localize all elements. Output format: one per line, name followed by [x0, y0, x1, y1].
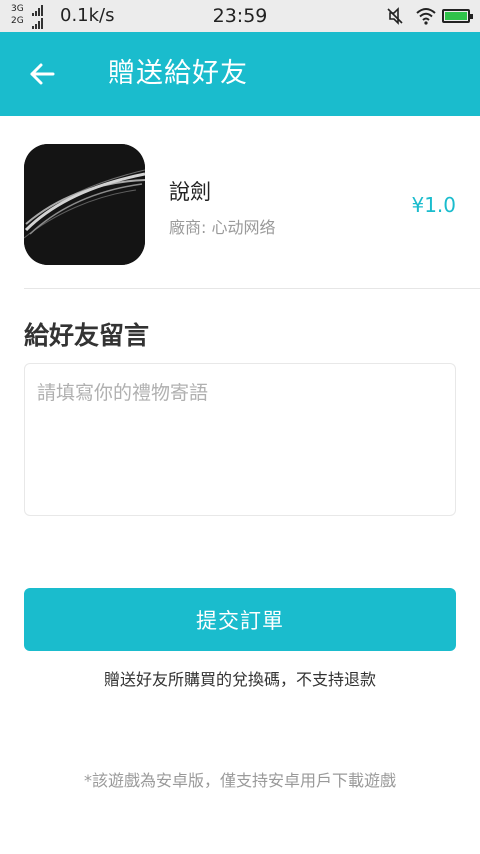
product-vendor: 廠商: 心动网络 — [169, 218, 276, 237]
android-only-footnote: *該遊戲為安卓版，僅支持安卓用戶下載遊戲 — [83, 771, 396, 790]
submit-order-button[interactable]: 提交訂單 — [24, 588, 456, 651]
product-name: 說劍 — [169, 180, 211, 204]
gift-message-input[interactable] — [24, 363, 456, 516]
back-button[interactable] — [22, 54, 62, 94]
divider — [24, 288, 480, 289]
game-thumbnail — [24, 144, 145, 265]
brush-stroke-icon — [24, 144, 145, 265]
app-bar: 贈送給好友 — [0, 32, 480, 116]
refund-notice: 贈送好友所購買的兌換碼，不支持退款 — [103, 670, 376, 689]
mute-icon — [387, 7, 403, 25]
product-card: 說劍 廠商: 心动网络 ¥1.0 — [0, 116, 480, 290]
page-title: 贈送給好友 — [108, 58, 248, 89]
clock: 23:59 — [212, 5, 268, 27]
product-price: ¥1.0 — [411, 193, 456, 217]
message-section-title: 給好友留言 — [24, 321, 150, 350]
wifi-icon — [416, 8, 436, 25]
arrow-left-icon — [30, 63, 55, 85]
battery-icon — [442, 9, 473, 23]
status-bar: 3G 2G 0.1k/s 23:59 — [0, 0, 480, 32]
